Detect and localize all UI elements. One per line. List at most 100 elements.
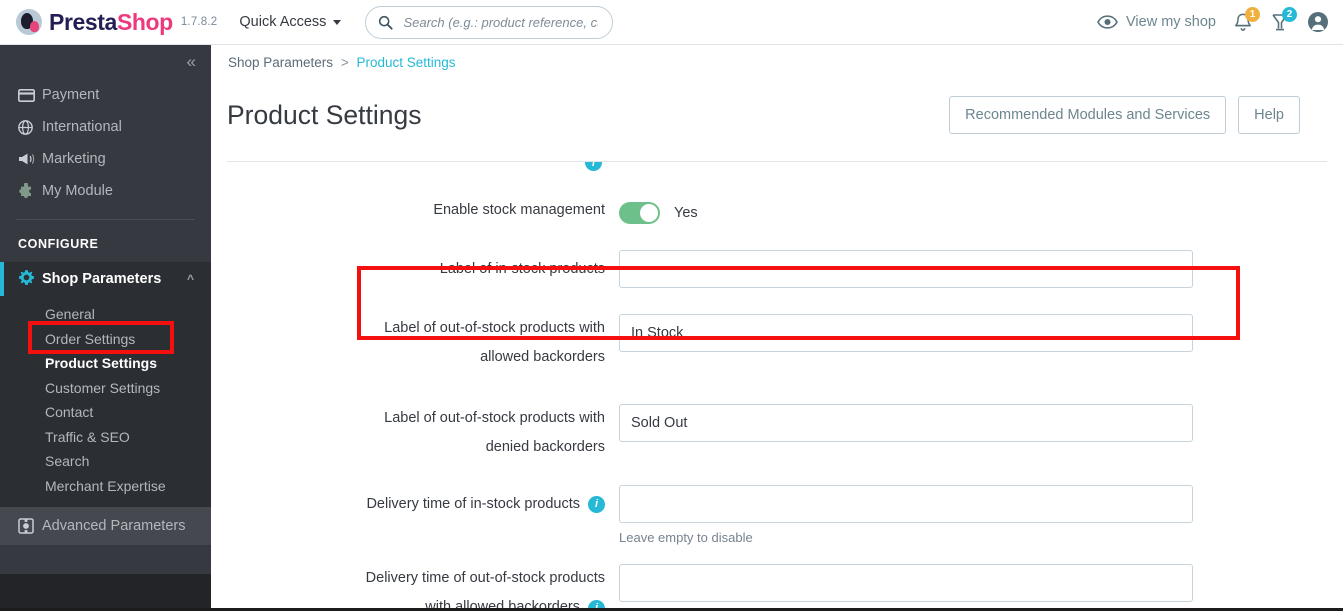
user-avatar-icon bbox=[1308, 12, 1328, 32]
shop-parameters-submenu: General Order Settings Product Settings … bbox=[0, 296, 211, 507]
enable-stock-toggle-value: Yes bbox=[674, 205, 698, 221]
orders-badge: 2 bbox=[1282, 6, 1297, 22]
products-stock-form: i Enable stock management Yes Label of i… bbox=[227, 161, 1327, 611]
delivery-out-stock-control: Leave empty to disable bbox=[619, 561, 1327, 611]
enable-stock-label-text: Enable stock management bbox=[433, 202, 605, 218]
search-icon bbox=[379, 15, 394, 30]
prestashop-logo[interactable]: PrestaShop 1.7.8.2 bbox=[16, 9, 217, 36]
sidebar-subitem-search[interactable]: Search bbox=[0, 449, 211, 474]
sidebar-subitem-product-settings[interactable]: Product Settings bbox=[0, 351, 211, 376]
label-backorders-allowed-line2: allowed backorders bbox=[480, 349, 605, 365]
label-backorders-allowed-input[interactable] bbox=[619, 314, 1193, 352]
user-account-button[interactable] bbox=[1307, 11, 1329, 33]
label-backorders-allowed-control bbox=[619, 311, 1327, 352]
top-header: PrestaShop 1.7.8.2 Quick Access View my … bbox=[0, 0, 1343, 45]
search-input[interactable] bbox=[401, 13, 601, 31]
notifications-badge: 1 bbox=[1245, 6, 1260, 22]
enable-stock-toggle-row: Yes bbox=[619, 200, 1327, 224]
delivery-in-stock-label-text: Delivery time of in-stock products bbox=[366, 496, 580, 512]
title-row: Product Settings Recommended Modules and… bbox=[227, 82, 1327, 149]
label-backorders-denied-control bbox=[619, 401, 1327, 442]
megaphone-icon bbox=[18, 152, 42, 166]
label-backorders-allowed-line1: Label of out-of-stock products with bbox=[384, 320, 605, 336]
view-my-shop-link[interactable]: View my shop bbox=[1097, 14, 1216, 30]
globe-icon bbox=[18, 119, 42, 135]
sidebar-item-advanced-parameters[interactable]: Advanced Parameters bbox=[0, 507, 211, 545]
label-in-stock-label-text: Label of in-stock products bbox=[439, 261, 605, 277]
credit-card-icon bbox=[18, 88, 42, 102]
puzzle-piece-icon bbox=[18, 183, 42, 199]
app-root: PrestaShop 1.7.8.2 Quick Access View my … bbox=[0, 0, 1343, 611]
enable-stock-toggle[interactable] bbox=[619, 202, 660, 224]
sidebar-subitem-customer-settings[interactable]: Customer Settings bbox=[0, 376, 211, 401]
label-backorders-denied-line1: Label of out-of-stock products with bbox=[384, 410, 605, 426]
global-search[interactable] bbox=[365, 5, 614, 39]
form-row-enable-stock: Enable stock management Yes bbox=[227, 162, 1327, 224]
sidebar-collapse-row: « bbox=[0, 45, 211, 79]
label-backorders-allowed-label: Label of out-of-stock products with allo… bbox=[227, 311, 619, 368]
enable-stock-control: Yes bbox=[619, 200, 1327, 224]
sidebar-item-shop-parameters[interactable]: Shop Parameters ^ bbox=[0, 262, 211, 296]
sidebar-item-label: Payment bbox=[42, 87, 100, 103]
sidebar-item-label: Shop Parameters bbox=[42, 271, 162, 287]
notifications-bell-button[interactable]: 1 bbox=[1233, 6, 1260, 33]
sidebar-item-my-module[interactable]: My Module bbox=[0, 175, 211, 207]
form-row-delivery-out-stock: Delivery time of out-of-stock products w… bbox=[227, 545, 1327, 611]
sidebar-item-payment[interactable]: Payment bbox=[0, 79, 211, 111]
quick-access-menu[interactable]: Quick Access bbox=[239, 14, 342, 30]
label-backorders-denied-input[interactable] bbox=[619, 404, 1193, 442]
form-row-label-in-stock: Label of in-stock products bbox=[227, 224, 1327, 288]
sidebar-subitem-order-settings[interactable]: Order Settings bbox=[0, 327, 211, 352]
label-backorders-denied-line2: denied backorders bbox=[485, 439, 605, 455]
delivery-out-stock-label: Delivery time of out-of-stock products w… bbox=[227, 561, 619, 611]
eye-icon bbox=[1097, 15, 1118, 29]
page-title: Product Settings bbox=[227, 99, 422, 130]
form-row-delivery-in-stock: Delivery time of in-stock products i Lea… bbox=[227, 458, 1327, 545]
sidebar-item-international[interactable]: International bbox=[0, 111, 211, 143]
label-in-stock-input[interactable] bbox=[619, 250, 1193, 288]
chevron-up-icon: ^ bbox=[186, 272, 194, 286]
sidebar-item-marketing[interactable]: Marketing bbox=[0, 143, 211, 175]
delivery-in-stock-label: Delivery time of in-stock products i bbox=[227, 485, 619, 515]
label-in-stock-control bbox=[619, 250, 1327, 288]
version-label: 1.7.8.2 bbox=[180, 16, 218, 28]
sidebar-subitem-contact[interactable]: Contact bbox=[0, 400, 211, 425]
label-in-stock-label: Label of in-stock products bbox=[227, 250, 619, 280]
delivery-out-stock-input[interactable] bbox=[619, 564, 1193, 602]
enable-stock-label: Enable stock management bbox=[227, 200, 619, 221]
delivery-in-stock-hint: Leave empty to disable bbox=[619, 530, 753, 545]
logo-text-shop: Shop bbox=[116, 8, 173, 35]
breadcrumb: Shop Parameters > Product Settings bbox=[227, 55, 1327, 70]
sidebar-item-label: Marketing bbox=[42, 151, 106, 167]
sidebar-subitem-general[interactable]: General bbox=[0, 302, 211, 327]
info-icon[interactable]: i bbox=[588, 496, 605, 513]
view-my-shop-label: View my shop bbox=[1126, 14, 1216, 30]
sidebar-subitem-merchant-expertise[interactable]: Merchant Expertise bbox=[0, 474, 211, 499]
orders-notifications-button[interactable]: 2 bbox=[1270, 6, 1297, 33]
recommended-modules-button[interactable]: Recommended Modules and Services bbox=[949, 96, 1227, 135]
sidebar-section-configure: CONFIGURE bbox=[18, 237, 99, 251]
breadcrumb-current: Product Settings bbox=[356, 55, 456, 70]
page-header-buttons: Recommended Modules and Services Help bbox=[949, 96, 1327, 135]
quick-access-label: Quick Access bbox=[239, 14, 327, 30]
main-sidebar: « Payment International Marketing My Mod… bbox=[0, 45, 211, 611]
breadcrumb-parent[interactable]: Shop Parameters bbox=[228, 55, 333, 70]
form-row-label-backorders-denied: Label of out-of-stock products with deni… bbox=[227, 368, 1327, 458]
sidebar-subitem-traffic-seo[interactable]: Traffic & SEO bbox=[0, 425, 211, 450]
label-backorders-denied-label: Label of out-of-stock products with deni… bbox=[227, 401, 619, 458]
sidebar-item-label: Advanced Parameters bbox=[42, 518, 186, 534]
collapse-sidebar-icon[interactable]: « bbox=[187, 52, 197, 72]
delivery-in-stock-control: Leave empty to disable bbox=[619, 485, 1327, 545]
sidebar-footer bbox=[0, 574, 211, 611]
main-content: Shop Parameters > Product Settings Produ… bbox=[211, 45, 1343, 611]
page-header: Shop Parameters > Product Settings Produ… bbox=[211, 45, 1343, 149]
help-button[interactable]: Help bbox=[1238, 96, 1300, 135]
delivery-out-stock-line1: Delivery time of out-of-stock products bbox=[365, 570, 605, 586]
breadcrumb-separator: > bbox=[340, 55, 349, 70]
prestashop-wordmark: PrestaShop bbox=[49, 9, 173, 36]
header-actions: View my shop 1 2 bbox=[1097, 6, 1329, 33]
form-row-label-backorders-allowed: Label of out-of-stock products with allo… bbox=[227, 288, 1327, 368]
delivery-in-stock-input[interactable] bbox=[619, 485, 1193, 523]
chevron-down-icon bbox=[333, 19, 342, 25]
gear-icon bbox=[18, 269, 42, 290]
